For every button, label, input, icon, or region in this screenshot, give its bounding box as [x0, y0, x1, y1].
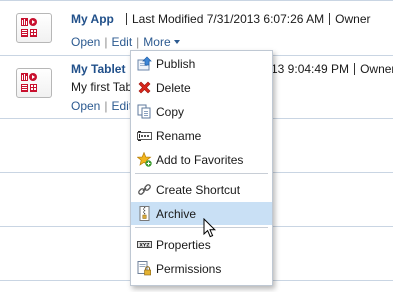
menu-item-label: Permissions [156, 262, 222, 276]
menu-item-archive[interactable]: Archive [131, 202, 272, 225]
owner-label: Owner [335, 12, 371, 26]
item-description: My first Tab [71, 80, 133, 94]
menu-item-copy[interactable]: Copy [131, 100, 272, 123]
open-link[interactable]: Open [71, 99, 100, 113]
menu-item-create-shortcut[interactable]: Create Shortcut [131, 178, 272, 201]
add-favorite-icon [137, 152, 152, 167]
menu-item-label: Delete [156, 81, 191, 95]
menu-item-properties[interactable]: XYZ Properties [131, 233, 272, 256]
rename-icon [137, 131, 152, 141]
item-actions: Open | Edit [71, 99, 132, 113]
app-icon [21, 73, 37, 92]
row-divider [0, 0, 393, 1]
item-name-link[interactable]: My App [71, 12, 114, 26]
more-label: More [143, 35, 171, 49]
menu-item-label: Create Shortcut [156, 183, 241, 197]
item-meta: Last Modified 7/31/2013 6:07:26 AM Owner [121, 12, 370, 26]
menu-item-delete[interactable]: Delete [131, 76, 272, 99]
separator: | [104, 99, 108, 113]
last-modified: Last Modified 7/31/2013 6:07:26 AM [132, 12, 325, 26]
last-modified: 13 9:04:49 PM [271, 62, 350, 76]
menu-item-label: Add to Favorites [156, 153, 244, 167]
menu-item-label: Rename [156, 129, 202, 143]
chevron-down-icon [173, 40, 180, 44]
separator [354, 63, 356, 75]
menu-separator [135, 173, 268, 174]
open-link[interactable]: Open [71, 35, 100, 49]
menu-item-label: Publish [156, 57, 196, 71]
more-context-menu: Publish Delete Copy Rename Add to Favori… [130, 50, 273, 286]
item-actions: Open | Edit | More [71, 35, 180, 49]
menu-separator [135, 227, 268, 228]
separator: | [136, 35, 140, 49]
item-name-link[interactable]: My Tablet [71, 62, 125, 76]
copy-icon [137, 104, 151, 119]
app-icon [21, 18, 37, 37]
shortcut-icon [138, 184, 151, 195]
menu-item-rename[interactable]: Rename [131, 124, 272, 147]
edit-link[interactable]: Edit [111, 35, 132, 49]
separator: | [104, 35, 108, 49]
mouse-pointer-icon [203, 218, 217, 238]
item-meta: 13 9:04:49 PM Owner [271, 62, 393, 76]
archive-icon [139, 206, 150, 221]
menu-item-publish[interactable]: Publish [131, 52, 272, 75]
properties-icon: XYZ [137, 241, 152, 248]
app-item-icon[interactable] [16, 13, 52, 43]
menu-item-label: Properties [156, 238, 211, 252]
separator [126, 13, 127, 25]
more-menu-button[interactable]: More [143, 35, 180, 49]
svg-text:XYZ: XYZ [139, 242, 150, 248]
separator [329, 13, 331, 25]
menu-item-permissions[interactable]: Permissions [131, 257, 272, 280]
menu-item-label: Copy [156, 105, 185, 119]
publish-icon [137, 56, 152, 71]
menu-item-add-to-favorites[interactable]: Add to Favorites [131, 148, 272, 171]
tablet-item-icon[interactable] [16, 68, 52, 98]
owner-label: Owner [360, 62, 393, 76]
delete-icon [138, 81, 151, 94]
menu-item-label: Archive [156, 207, 197, 221]
permissions-icon [137, 261, 151, 276]
